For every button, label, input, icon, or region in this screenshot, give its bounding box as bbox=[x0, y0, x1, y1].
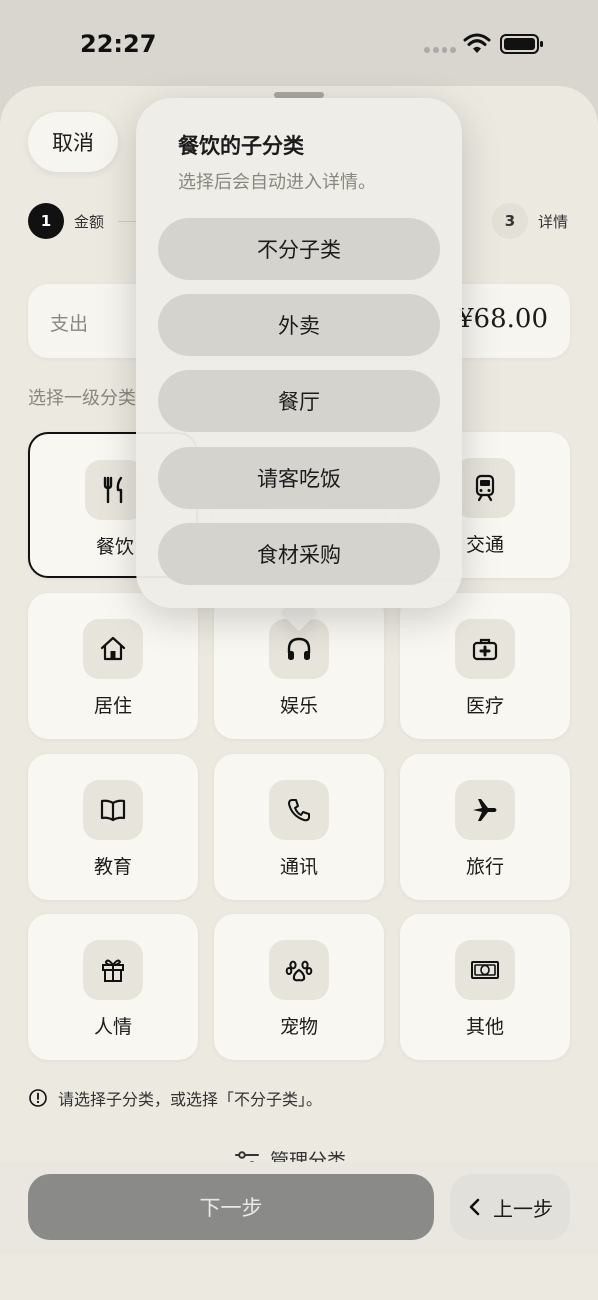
category-label: 娱乐 bbox=[279, 695, 318, 717]
category-label: 旅行 bbox=[465, 856, 504, 878]
category-label: 人情 bbox=[93, 1016, 132, 1038]
amount-type: 支出 bbox=[50, 313, 89, 335]
wifi-icon bbox=[463, 33, 491, 53]
medkit-icon bbox=[472, 638, 498, 661]
phone-icon bbox=[288, 799, 310, 822]
paw-icon bbox=[285, 960, 313, 982]
category-housing[interactable]: 居住 bbox=[28, 593, 198, 739]
previous-step-label: 上一步 bbox=[493, 1196, 553, 1221]
category-icon-box bbox=[83, 619, 143, 679]
step-details: 3 详情 bbox=[492, 203, 568, 239]
battery-icon bbox=[500, 34, 543, 54]
gift-icon bbox=[102, 959, 124, 982]
category-label: 居住 bbox=[93, 695, 132, 717]
category-label: 教育 bbox=[93, 856, 132, 878]
chevron-left-icon bbox=[469, 1198, 480, 1216]
category-label: 其他 bbox=[465, 1016, 504, 1038]
signal-icon bbox=[424, 47, 456, 53]
category-travel[interactable]: 旅行 bbox=[400, 754, 570, 900]
train-icon bbox=[475, 474, 495, 502]
category-icon-box bbox=[455, 780, 515, 840]
step-divider bbox=[118, 221, 138, 222]
category-icon-box bbox=[83, 940, 143, 1000]
category-icon-box bbox=[455, 458, 515, 518]
house-icon bbox=[100, 636, 126, 661]
headphones-icon bbox=[287, 637, 311, 660]
category-gifts[interactable]: 人情 bbox=[28, 914, 198, 1060]
book-icon bbox=[100, 799, 126, 822]
category-medical[interactable]: 医疗 bbox=[400, 593, 570, 739]
subcategory-popover: 餐饮的子分类 选择后会自动进入详情。 不分子类 外卖 餐厅 请客吃饭 食材采购 bbox=[136, 98, 462, 608]
category-label: 医疗 bbox=[465, 695, 504, 717]
step-number: 3 bbox=[492, 203, 528, 239]
subcategory-option-restaurant[interactable]: 餐厅 bbox=[158, 370, 440, 432]
validation-message: 请选择子分类，或选择「不分子类」。 bbox=[28, 1086, 322, 1110]
step-label: 金额 bbox=[74, 212, 105, 231]
cancel-button[interactable]: 取消 bbox=[28, 112, 118, 172]
step-amount: 1 金额 bbox=[28, 203, 104, 239]
category-other[interactable]: 其他 bbox=[400, 914, 570, 1060]
amount-value: ¥68.00 bbox=[457, 304, 548, 334]
category-icon-box bbox=[455, 619, 515, 679]
banknote-icon bbox=[471, 961, 499, 979]
popover-subtitle: 选择后会自动进入详情。 bbox=[178, 172, 376, 193]
category-icon-box bbox=[269, 780, 329, 840]
subcategory-option-takeout[interactable]: 外卖 bbox=[158, 294, 440, 356]
category-pets[interactable]: 宠物 bbox=[214, 914, 384, 1060]
category-label: 宠物 bbox=[279, 1016, 318, 1038]
utensils-icon bbox=[103, 476, 123, 504]
status-bar: 22:27 bbox=[0, 0, 598, 90]
airplane-icon bbox=[473, 799, 497, 821]
category-icon-box bbox=[83, 780, 143, 840]
previous-step-button[interactable]: 上一步 bbox=[450, 1174, 570, 1240]
validation-text: 请选择子分类，或选择「不分子类」。 bbox=[58, 1090, 323, 1109]
step-label: 详情 bbox=[538, 212, 569, 231]
category-icon-box bbox=[455, 940, 515, 1000]
category-education[interactable]: 教育 bbox=[28, 754, 198, 900]
popover-title: 餐饮的子分类 bbox=[178, 134, 304, 158]
step-number: 1 bbox=[28, 203, 64, 239]
category-telecom[interactable]: 通讯 bbox=[214, 754, 384, 900]
next-step-button[interactable]: 下一步 bbox=[28, 1174, 434, 1240]
section-label: 选择一级分类 bbox=[28, 388, 136, 409]
alert-circle-icon bbox=[29, 1089, 47, 1107]
category-label: 通讯 bbox=[279, 856, 318, 878]
subcategory-option-treat[interactable]: 请客吃饭 bbox=[158, 447, 440, 509]
category-icon-box bbox=[269, 940, 329, 1000]
status-time: 22:27 bbox=[80, 30, 157, 58]
subcategory-option-groceries[interactable]: 食材采购 bbox=[158, 523, 440, 585]
subcategory-option-none[interactable]: 不分子类 bbox=[158, 218, 440, 280]
